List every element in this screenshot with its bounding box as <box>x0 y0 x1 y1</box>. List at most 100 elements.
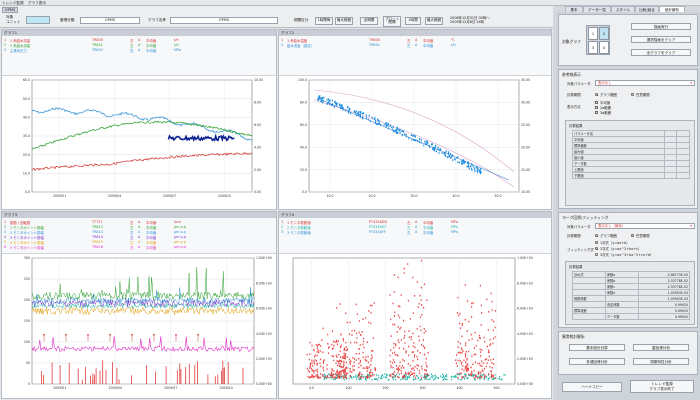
legend-code: TR800 <box>369 38 380 42</box>
graph-select-4[interactable]: 4 <box>599 41 609 54</box>
y-right-tick-label: 0.00 <box>254 190 261 194</box>
y-right-tick-label: 8.00E+03 <box>256 281 272 285</box>
legend-row[interactable]: 65 モニタポイント振幅 TR816 左 A 平均値 μm p-p <box>4 245 264 250</box>
legend-unit: t/h <box>174 43 179 47</box>
y-right-tick-label: 2.00E+03 <box>517 357 533 361</box>
legend-col: A <box>415 220 418 224</box>
y-tick-label: 60.0 <box>23 78 30 82</box>
legend-no: 2 <box>4 225 7 229</box>
method-check-3sigma[interactable] <box>595 111 598 114</box>
btn-max-range-b[interactable]: 最大範囲 <box>425 17 443 25</box>
legend-name: 3 モニタ振動値 <box>287 231 311 235</box>
draw-button[interactable]: 描画実行 <box>631 23 691 30</box>
multi-regression-button[interactable]: 重回帰分析 <box>633 344 689 351</box>
legend-col: A <box>138 230 141 234</box>
fit-radio-linear[interactable] <box>595 241 598 244</box>
clear-selected-button[interactable]: 選択描画をクリア <box>631 36 691 43</box>
event-marker-dot <box>87 333 89 336</box>
ref-param-value: 表示なし <box>598 81 612 85</box>
fit-radio-quadratic[interactable] <box>595 247 598 250</box>
legend-no: 2 <box>281 43 284 47</box>
poly-regression-button[interactable]: 多項回帰分析 <box>569 358 625 365</box>
legend-stat: 平均値 <box>423 44 434 48</box>
result-cell: 下限値 <box>572 172 665 179</box>
graph-select-1[interactable]: 1 <box>588 27 598 40</box>
y-tick-label: 100.0 <box>298 78 307 82</box>
legend-code: TR816 <box>92 245 103 249</box>
legend-no: 3 <box>4 48 7 52</box>
legend-code: TR851 <box>92 43 103 47</box>
fit-method-label: フィッティング式 <box>567 248 594 252</box>
y-tick-label: 250 <box>24 277 30 281</box>
basic-stats-button[interactable]: 基本統計計算 <box>569 344 625 351</box>
period-analysis-button[interactable]: 周期特性分析 <box>633 358 689 365</box>
group-field[interactable]: OPMS <box>80 17 140 24</box>
hardcopy-button[interactable]: ハードコピー <box>562 382 622 392</box>
event-marker-dot <box>153 333 155 336</box>
graph-select-2[interactable]: 2 <box>599 27 609 40</box>
graph2-chart[interactable]: 100.0 80.0 60.0 40.0 20.0 0.0 35.00 30.00 25.00 2… <box>279 76 551 209</box>
y-tick-label: 100 <box>24 340 30 344</box>
y-tick-label: 20.0 <box>23 153 30 157</box>
reference-line-section: 参考線表示 対象パラメータ 表示なし ▾ 計算期間 グラフ範囲 任意期間 表示方… <box>558 69 698 209</box>
y-tick-label: 50 <box>26 361 30 365</box>
y-right-tick-label: 25.00 <box>521 123 530 127</box>
plot-label-2: 間隔 <box>388 20 396 25</box>
unit-label: ユニット <box>6 20 21 24</box>
trend-exit-line2: グラフ表示終了 <box>649 387 675 391</box>
ref-param-select[interactable]: 表示なし ▾ <box>595 80 695 86</box>
x-tick-label: 500 <box>493 386 499 390</box>
graph-name-field[interactable]: OPMS <box>170 17 278 24</box>
legend-unit: MPa <box>174 48 181 52</box>
y-right-tick-label: 8.00E+03 <box>517 281 533 285</box>
y-right-tick-label: 4.00E+03 <box>256 332 272 336</box>
y-tick-label: 20.0 <box>300 168 307 172</box>
x-tick-label: 2009/07 <box>164 386 177 390</box>
legend-row[interactable]: 2 給水流量（推定） TR801 左 A 平均値 t/h <box>281 43 541 48</box>
calc-radio-graph[interactable] <box>595 93 598 96</box>
legend-col: A <box>138 235 141 239</box>
y-right-tick-label: 1.00E+04 <box>256 256 272 260</box>
btn-1h-b[interactable]: 1時間 <box>405 17 421 25</box>
target-unit-field[interactable] <box>26 16 50 24</box>
legend-no: 2 <box>281 225 284 229</box>
clear-all-button[interactable]: 全グラフをクリア <box>631 49 691 56</box>
legend-col: A <box>415 230 418 234</box>
legend-unit: ℃ <box>451 38 455 42</box>
method-check-2sigma[interactable] <box>595 106 598 109</box>
legend-col: A <box>415 38 418 42</box>
btn-all-period[interactable]: 全期間 <box>360 17 378 25</box>
x-tick-label: 2009/04 <box>109 386 122 390</box>
legend-row[interactable]: 3 主蒸気圧力 TR852 右 A 平均値 MPa <box>4 48 264 53</box>
fit-calc-radio-custom[interactable] <box>631 234 634 237</box>
graph3-chart[interactable]: 300 250 200 150 100 50 0 1.00E+04 8.00E+03 6.00E+… <box>2 254 276 398</box>
graph4-chart[interactable]: 1.00E+04 8.00E+03 6.00E+03 4.00E+03 2.00E+03… <box>279 254 551 398</box>
legend-unit: MPa <box>451 220 458 224</box>
y-right-tick-label: 6.00 <box>254 123 261 127</box>
y-right-tick-label: 4.00E+03 <box>517 332 533 336</box>
method-check-avg[interactable] <box>595 101 598 104</box>
graph-select-3[interactable]: 3 <box>588 41 598 54</box>
fit-param-select[interactable]: 表示なし（無効） ▾ <box>595 223 695 229</box>
x-tick-label: 100 <box>345 386 351 390</box>
calc-radio-custom[interactable] <box>631 93 634 96</box>
btn-max-range[interactable]: 最大範囲 <box>335 17 353 25</box>
legend-col: A <box>415 225 418 229</box>
y-right-tick-label: 15.00 <box>521 168 530 172</box>
fit-title: ヨーク回帰/フィッティング <box>562 215 609 220</box>
y-right-tick-label: 8.00 <box>254 101 261 105</box>
legend-stat: 平均値 <box>146 49 157 53</box>
graph3-panel: グラフ3 1 振動 / 回転数 TT727 左 A 平均値 rpm 2 1 モニタポイント振幅 T… <box>1 211 277 399</box>
stats-section: 異常統計解析 基本統計計算 重回帰分析 多項回帰分析 周期特性分析 <box>558 331 698 375</box>
legend-unit: t/h <box>451 43 456 47</box>
btn-plot-interval[interactable]: プロット 間隔 <box>383 16 401 27</box>
legend-col: A <box>138 245 141 249</box>
legend-unit: μm p-p <box>174 225 187 229</box>
legend-no: 1 <box>281 220 284 224</box>
legend-row[interactable]: 33 モニタ振動値 PT433AFF 左 A 平均値 MPa <box>281 230 541 235</box>
trend-exit-button[interactable]: トレンド監視 グラフ表示終了 <box>630 380 694 393</box>
btn-1h[interactable]: 1時間毎 <box>315 17 333 25</box>
fit-radio-cubic[interactable] <box>595 253 598 256</box>
fit-calc-radio-graph[interactable] <box>595 234 598 237</box>
graph1-chart[interactable]: 60.0 50.0 40.0 30.0 20.0 10.0 0.0 10.00 8.00 6.00… <box>2 76 276 209</box>
